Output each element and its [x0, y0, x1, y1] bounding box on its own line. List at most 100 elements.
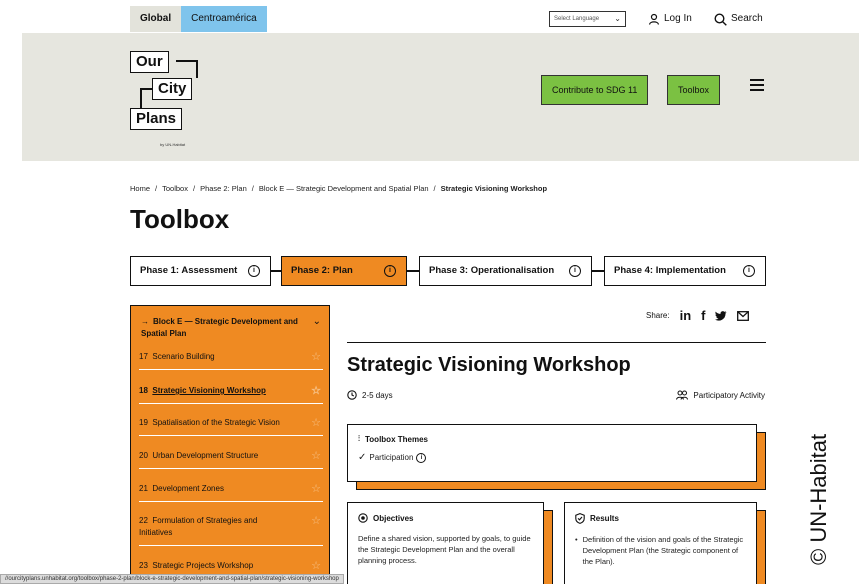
- language-select-label: Select Language: [554, 16, 600, 22]
- item-label: Development Zones: [152, 484, 224, 493]
- search-icon: [714, 12, 727, 26]
- breadcrumb-block[interactable]: Block E — Strategic Development and Spat…: [259, 184, 429, 193]
- linkedin-icon[interactable]: in: [680, 308, 692, 323]
- contribute-button[interactable]: Contribute to SDG 11: [541, 75, 649, 105]
- tool-title: Strategic Visioning Workshop: [347, 354, 631, 376]
- logo-word-our: Our: [130, 51, 169, 73]
- info-icon[interactable]: i: [569, 265, 581, 277]
- star-icon[interactable]: ☆: [311, 515, 321, 527]
- login-link[interactable]: Log In: [648, 6, 692, 32]
- breadcrumb-phase[interactable]: Phase 2: Plan: [200, 184, 247, 193]
- tab-phase-1-label: Phase 1: Assessment: [140, 265, 238, 276]
- logo-connector: [176, 60, 196, 62]
- item-number: 17: [139, 352, 148, 361]
- search-label: Search: [731, 13, 763, 24]
- breadcrumb-home[interactable]: Home: [130, 184, 150, 193]
- tab-phase-4-label: Phase 4: Implementation: [614, 265, 726, 276]
- tab-phase-2-label: Phase 2: Plan: [291, 265, 353, 276]
- item-number: 18: [139, 386, 148, 395]
- item-number: 22: [139, 516, 148, 525]
- chevron-down-icon: ⌄: [614, 14, 621, 23]
- info-icon[interactable]: i: [248, 265, 260, 277]
- star-icon[interactable]: ☆: [311, 385, 321, 397]
- objectives-text: Define a shared vision, supported by goa…: [358, 534, 531, 565]
- star-icon[interactable]: ☆: [311, 560, 321, 572]
- item-number: 23: [139, 561, 148, 570]
- objectives-card-title: Objectives: [358, 513, 533, 523]
- sidebar-item-19[interactable]: 19 Spatialisation of the Strategic Visio…: [139, 417, 323, 436]
- item-label: Urban Development Structure: [152, 451, 259, 460]
- item-number: 19: [139, 418, 148, 427]
- logo-connector: [196, 60, 198, 78]
- duration-label: 2-5 days: [362, 390, 393, 400]
- sidebar-item-20[interactable]: 20 Urban Development Structure ☆: [139, 450, 323, 469]
- facebook-icon[interactable]: f: [701, 308, 705, 323]
- tab-phase-1[interactable]: Phase 1: Assessment i: [130, 256, 271, 286]
- region-tab-centroamerica[interactable]: Centroamérica: [181, 6, 267, 32]
- activity-label: Participatory Activity: [693, 390, 765, 400]
- themes-card: ⫶ Toolbox Themes ✓ Participation i: [347, 424, 757, 482]
- search-link[interactable]: Search: [714, 6, 763, 32]
- info-icon[interactable]: i: [384, 265, 396, 277]
- target-icon: [358, 513, 368, 523]
- phase-connector: [592, 270, 604, 272]
- chevron-down-icon[interactable]: ⌄: [313, 316, 321, 327]
- item-label: Spatialisation of the Strategic Vision: [152, 418, 280, 427]
- sidebar-item-17[interactable]: 17 Scenario Building ☆: [139, 351, 323, 370]
- copyright-watermark: © UN-Habitat: [806, 433, 831, 565]
- tab-phase-3-label: Phase 3: Operationalisation: [429, 265, 555, 276]
- site-logo[interactable]: Our City Plans by UN-Habitat: [130, 51, 220, 151]
- info-icon[interactable]: i: [743, 265, 755, 277]
- toolbox-button[interactable]: Toolbox: [667, 75, 721, 105]
- breadcrumb-toolbox[interactable]: Toolbox: [162, 184, 188, 193]
- region-tab-global[interactable]: Global: [130, 6, 182, 32]
- star-icon[interactable]: ☆: [311, 351, 321, 363]
- results-item: • Definition of the vision and goals of …: [575, 534, 746, 567]
- login-label: Log In: [664, 13, 692, 24]
- duration: 2-5 days: [347, 390, 393, 400]
- bullet: •: [575, 535, 578, 544]
- twitter-icon[interactable]: [715, 310, 727, 321]
- status-bar-url: //ourcityplans.unhabitat.org/toolbox/pha…: [0, 574, 344, 584]
- divider: [347, 342, 766, 343]
- check-icon: ✓: [358, 452, 367, 463]
- tab-phase-2[interactable]: Phase 2: Plan i: [281, 256, 407, 286]
- logo-connector: [140, 88, 152, 90]
- menu-icon[interactable]: [750, 79, 764, 91]
- results-title-label: Results: [590, 514, 619, 523]
- themes-card-title: ⫶ Toolbox Themes: [358, 434, 746, 444]
- sidebar-item-22[interactable]: 22 Formulation of Strategies and Initiat…: [139, 515, 323, 546]
- logo-word-city: City: [152, 78, 193, 100]
- region-tabs: Global Centroamérica: [130, 6, 267, 32]
- theme-participation[interactable]: ✓ Participation i: [358, 452, 746, 463]
- results-card: Results • Definition of the vision and g…: [564, 502, 757, 584]
- people-icon: [676, 390, 689, 400]
- info-icon[interactable]: i: [416, 452, 427, 463]
- star-icon[interactable]: ☆: [311, 417, 321, 429]
- sidebar-heading[interactable]: → Block E — Strategic Development and Spa…: [141, 316, 301, 340]
- star-icon[interactable]: ☆: [311, 483, 321, 495]
- sliders-icon: ⫶: [358, 434, 360, 443]
- phase-connector: [271, 270, 281, 272]
- email-icon[interactable]: [737, 310, 750, 321]
- objectives-title-label: Objectives: [373, 513, 414, 523]
- block-sidebar: → Block E — Strategic Development and Spa…: [130, 305, 330, 584]
- tab-phase-3[interactable]: Phase 3: Operationalisation i: [419, 256, 592, 286]
- breadcrumb: Home / Toolbox / Phase 2: Plan / Block E — …: [130, 184, 548, 193]
- activity-type: Participatory Activity: [676, 390, 765, 400]
- share-bar: Share: in f: [646, 308, 750, 323]
- language-select[interactable]: Select Language ⌄: [549, 11, 626, 27]
- themes-title-label: Toolbox Themes: [365, 434, 428, 444]
- sidebar-item-18[interactable]: 18 Strategic Visioning Workshop ☆: [139, 385, 323, 404]
- clock-icon: [347, 390, 357, 400]
- phase-connector: [407, 270, 419, 272]
- item-label: Scenario Building: [152, 352, 215, 361]
- sidebar-item-21[interactable]: 21 Development Zones ☆: [139, 483, 323, 502]
- share-label: Share:: [646, 311, 670, 320]
- tab-phase-4[interactable]: Phase 4: Implementation i: [604, 256, 766, 286]
- arrow-right-icon: →: [141, 317, 149, 326]
- star-icon[interactable]: ☆: [311, 450, 321, 462]
- objectives-card: Objectives Define a shared vision, suppo…: [347, 502, 544, 584]
- logo-connector: [140, 88, 142, 108]
- site-header: Our City Plans by UN-Habitat Contribute …: [22, 33, 859, 161]
